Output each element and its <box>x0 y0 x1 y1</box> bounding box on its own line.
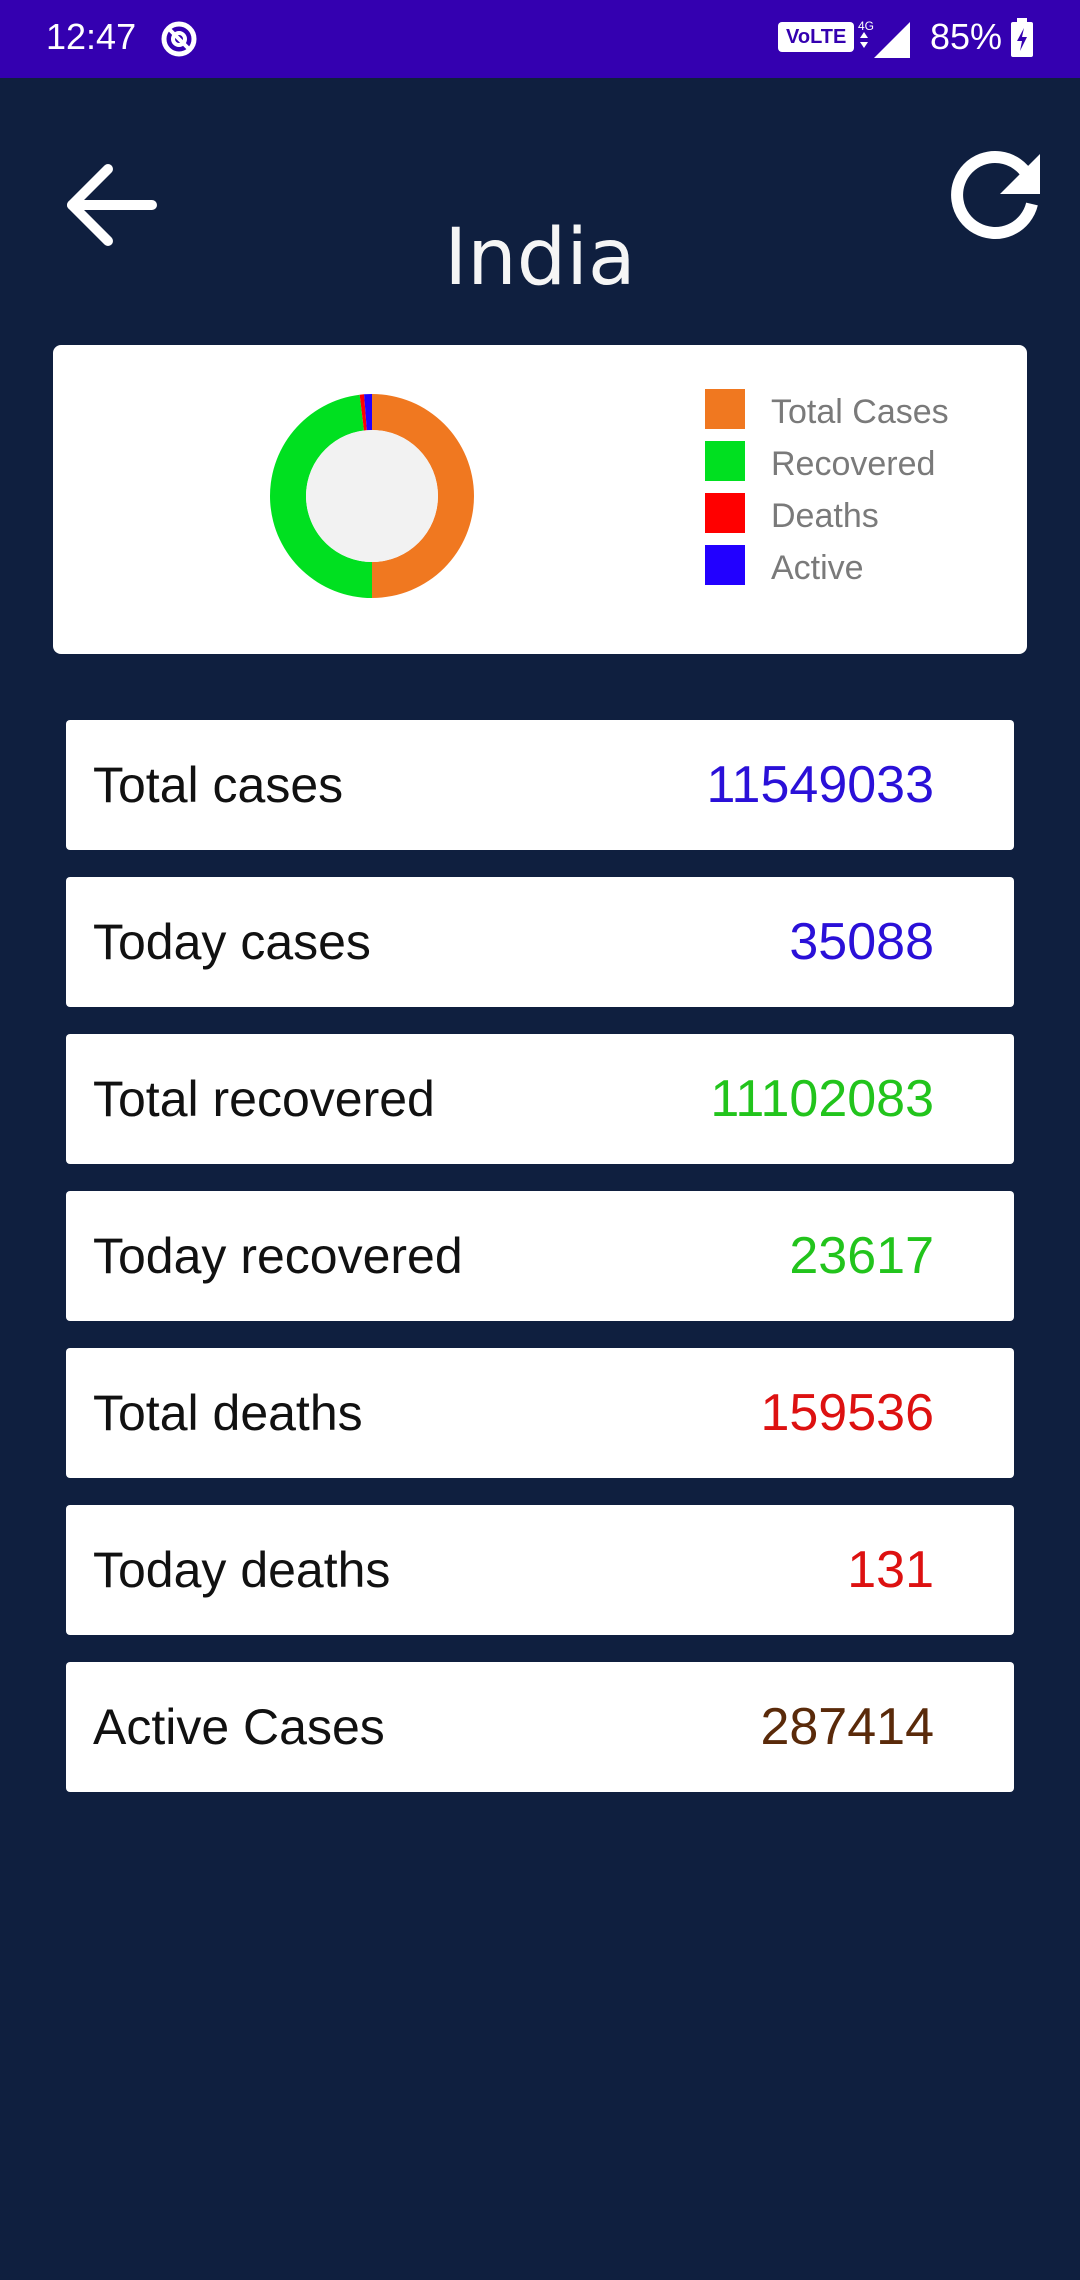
chart-card: Total Cases Recovered Deaths Active <box>53 345 1027 654</box>
legend-swatch <box>705 545 745 585</box>
stat-label: Today recovered <box>93 1228 463 1284</box>
stat-row: Today deaths 131 <box>66 1505 1014 1635</box>
legend-label: Active <box>771 549 864 587</box>
legend-label: Total Cases <box>771 393 949 431</box>
refresh-icon[interactable] <box>940 142 1050 252</box>
stat-row: Total recovered 11102083 <box>66 1034 1014 1164</box>
stat-label: Today cases <box>93 914 371 970</box>
stat-row: Total cases 11549033 <box>66 720 1014 850</box>
stat-value: 23617 <box>789 1227 934 1285</box>
stat-value: 159536 <box>760 1384 934 1442</box>
battery-icon <box>1011 18 1033 57</box>
stat-value: 11102083 <box>710 1070 934 1128</box>
status-time: 12:47 <box>46 16 137 57</box>
arrow-left-icon[interactable] <box>60 148 170 258</box>
dnd-icon <box>161 21 197 57</box>
stat-label: Active Cases <box>93 1699 385 1755</box>
stat-value: 11549033 <box>706 756 935 814</box>
legend-swatch <box>705 441 745 481</box>
stat-value: 35088 <box>789 913 934 971</box>
stat-label: Today deaths <box>93 1542 391 1598</box>
signal-icon: 4G <box>858 19 910 58</box>
volte-badge: VoLTE <box>778 22 855 52</box>
stat-row: Total deaths 159536 <box>66 1348 1014 1478</box>
stat-value: 131 <box>847 1541 934 1599</box>
battery-percent: 85% <box>930 16 1003 57</box>
legend-swatch <box>705 389 745 429</box>
stat-row: Active Cases 287414 <box>66 1662 1014 1792</box>
page-title: India <box>444 213 636 303</box>
stat-row: Today recovered 23617 <box>66 1191 1014 1321</box>
stat-row: Today cases 35088 <box>66 877 1014 1007</box>
stat-label: Total cases <box>93 757 344 813</box>
app-bar: India <box>0 78 1080 318</box>
status-bar: 12:47 VoLTE 4G 85% <box>0 0 1080 78</box>
donut-chart <box>270 394 474 598</box>
stat-label: Total recovered <box>93 1071 435 1127</box>
donut-hole <box>306 430 438 562</box>
stat-label: Total deaths <box>93 1385 363 1441</box>
stat-value: 287414 <box>760 1698 934 1756</box>
legend-label: Recovered <box>771 445 936 483</box>
network-type: 4G <box>858 19 874 33</box>
legend-swatch <box>705 493 745 533</box>
legend-label: Deaths <box>771 497 879 535</box>
